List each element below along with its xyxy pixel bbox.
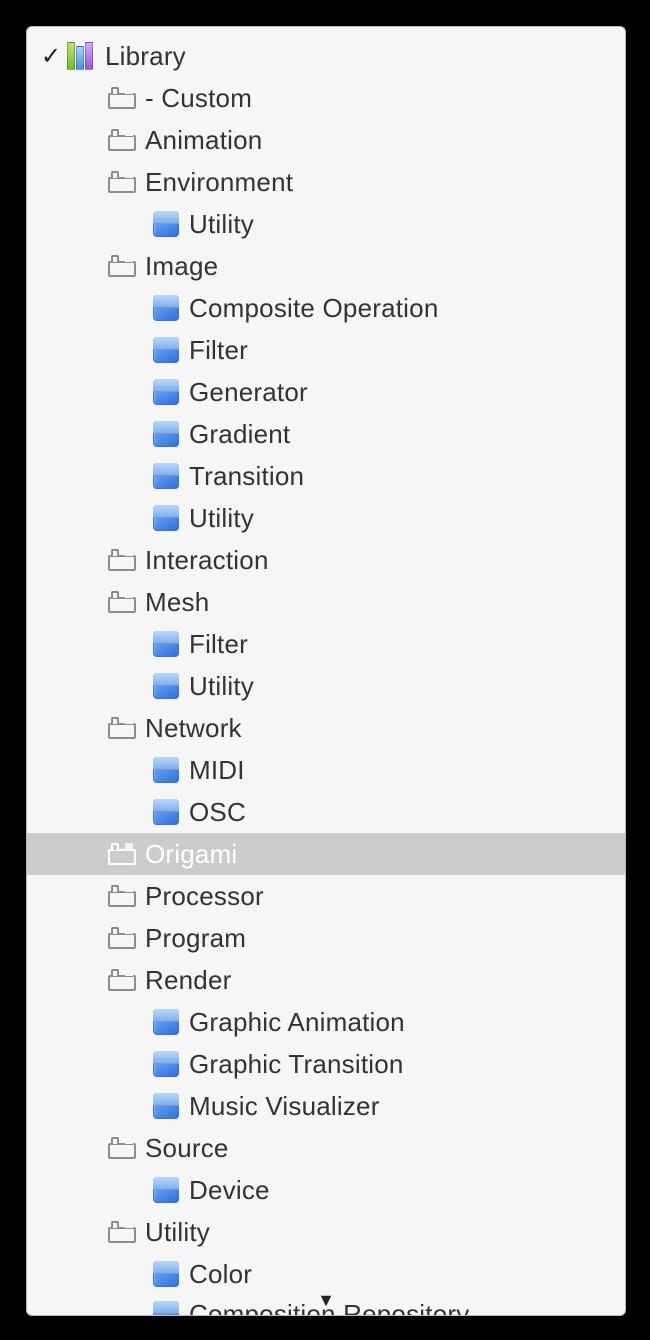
tree-root[interactable]: ✓ Library <box>27 35 625 77</box>
tree-item-label: Processor <box>145 881 264 912</box>
brick-icon <box>107 965 137 995</box>
tree-body: - Custom Animation Environment Utility Image… <box>27 77 625 1316</box>
brick-icon <box>107 713 137 743</box>
library-icon <box>67 41 97 71</box>
tree-item[interactable]: Image <box>27 245 625 287</box>
tree-item-label: Mesh <box>145 587 209 618</box>
cube-icon <box>151 209 181 239</box>
tree-item-label: MIDI <box>189 755 245 786</box>
tree-item[interactable]: Program <box>27 917 625 959</box>
tree-item-label: Origami <box>145 839 237 870</box>
brick-icon <box>107 923 137 953</box>
brick-icon <box>107 545 137 575</box>
tree-item[interactable]: OSC <box>27 791 625 833</box>
tree-item[interactable]: Composite Operation <box>27 287 625 329</box>
tree-item[interactable]: Mesh <box>27 581 625 623</box>
cube-icon <box>151 797 181 827</box>
brick-icon <box>107 881 137 911</box>
tree-item-label: Interaction <box>145 545 269 576</box>
cube-icon <box>151 461 181 491</box>
check-icon: ✓ <box>35 42 67 71</box>
brick-icon <box>107 167 137 197</box>
tree: ✓ Library - Custom Animation Environment Ut… <box>27 27 625 1316</box>
tree-item[interactable]: Utility <box>27 203 625 245</box>
cube-icon <box>151 629 181 659</box>
tree-item[interactable]: Music Visualizer <box>27 1085 625 1127</box>
tree-item-label: Animation <box>145 125 262 156</box>
cube-icon <box>151 1091 181 1121</box>
tree-item[interactable]: Network <box>27 707 625 749</box>
tree-item[interactable]: Utility <box>27 665 625 707</box>
brick-icon <box>107 1133 137 1163</box>
tree-item-label: Device <box>189 1175 270 1206</box>
cube-icon <box>151 1049 181 1079</box>
cube-icon <box>151 1175 181 1205</box>
cube-icon <box>151 377 181 407</box>
tree-item[interactable]: Gradient <box>27 413 625 455</box>
tree-item-label: Gradient <box>189 419 290 450</box>
tree-item-label: Composite Operation <box>189 293 438 324</box>
tree-item-label: Music Visualizer <box>189 1091 380 1122</box>
tree-item[interactable]: MIDI <box>27 749 625 791</box>
cube-icon <box>151 755 181 785</box>
brick-icon <box>107 125 137 155</box>
cube-icon <box>151 503 181 533</box>
cube-icon <box>151 335 181 365</box>
tree-item-label: Composition Repository <box>189 1299 469 1316</box>
tree-item-label: Utility <box>145 1217 210 1248</box>
cube-icon <box>151 1299 181 1316</box>
tree-item[interactable]: Graphic Transition <box>27 1043 625 1085</box>
tree-item[interactable]: Utility <box>27 497 625 539</box>
tree-item[interactable]: Processor <box>27 875 625 917</box>
tree-item[interactable]: Filter <box>27 329 625 371</box>
tree-item-label: Image <box>145 251 218 282</box>
tree-root-label: Library <box>105 41 186 72</box>
tree-item-label: Graphic Transition <box>189 1049 404 1080</box>
cube-icon <box>151 1007 181 1037</box>
tree-item[interactable]: Color <box>27 1253 625 1295</box>
tree-item[interactable]: Animation <box>27 119 625 161</box>
brick-icon <box>107 1217 137 1247</box>
tree-item-label: Filter <box>189 335 248 366</box>
brick-icon <box>107 83 137 113</box>
tree-item[interactable]: Graphic Animation <box>27 1001 625 1043</box>
cube-icon <box>151 293 181 323</box>
tree-item-label: Program <box>145 923 246 954</box>
tree-item[interactable]: Utility <box>27 1211 625 1253</box>
tree-item-label: Render <box>145 965 231 996</box>
tree-item-label: Generator <box>189 377 308 408</box>
tree-item[interactable]: Composition Repository <box>27 1295 625 1316</box>
tree-item[interactable]: Origami <box>27 833 625 875</box>
tree-item-label: Transition <box>189 461 304 492</box>
cube-icon <box>151 671 181 701</box>
tree-item-label: Environment <box>145 167 293 198</box>
tree-item[interactable]: Interaction <box>27 539 625 581</box>
brick-icon <box>107 587 137 617</box>
tree-item[interactable]: Transition <box>27 455 625 497</box>
tree-item[interactable]: Device <box>27 1169 625 1211</box>
tree-item[interactable]: Render <box>27 959 625 1001</box>
tree-item-label: Source <box>145 1133 229 1164</box>
brick-icon <box>107 839 137 869</box>
tree-item-label: OSC <box>189 797 246 828</box>
tree-item-label: Color <box>189 1259 252 1290</box>
tree-item[interactable]: Filter <box>27 623 625 665</box>
brick-icon <box>107 251 137 281</box>
tree-item[interactable]: - Custom <box>27 77 625 119</box>
tree-item-label: Utility <box>189 671 254 702</box>
cube-icon <box>151 419 181 449</box>
tree-item-label: - Custom <box>145 83 252 114</box>
tree-item[interactable]: Generator <box>27 371 625 413</box>
library-panel: ✓ Library - Custom Animation Environment Ut… <box>26 26 626 1316</box>
cube-icon <box>151 1259 181 1289</box>
tree-item-label: Network <box>145 713 242 744</box>
tree-item-label: Filter <box>189 629 248 660</box>
tree-item-label: Utility <box>189 503 254 534</box>
tree-item[interactable]: Environment <box>27 161 625 203</box>
tree-item-label: Graphic Animation <box>189 1007 405 1038</box>
tree-item[interactable]: Source <box>27 1127 625 1169</box>
tree-item-label: Utility <box>189 209 254 240</box>
